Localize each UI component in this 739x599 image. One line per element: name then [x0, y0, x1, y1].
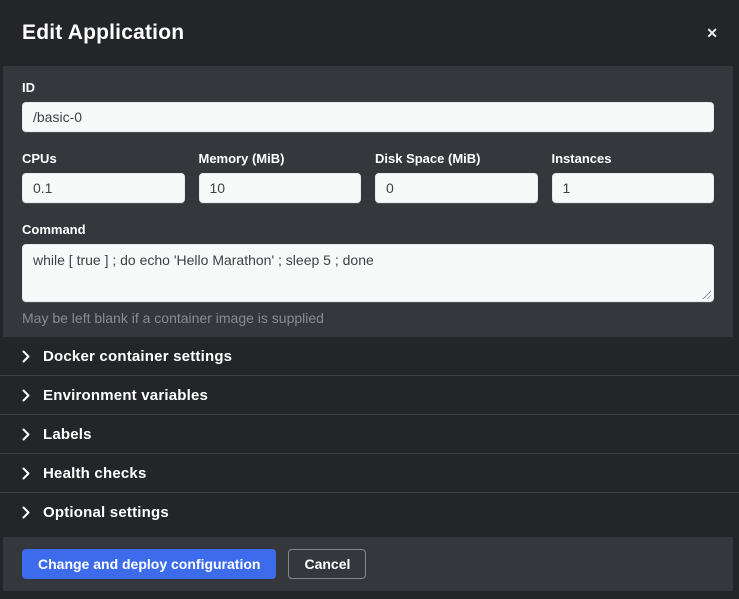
chevron-right-icon — [22, 467, 30, 480]
form-panel: ID CPUs Memory (MiB) Disk Space (MiB) In… — [3, 66, 733, 337]
modal-header: Edit Application ✕ — [0, 0, 739, 66]
section-environment-variables[interactable]: Environment variables — [0, 376, 739, 415]
section-labels[interactable]: Labels — [0, 415, 739, 454]
section-label: Environment variables — [43, 387, 208, 404]
id-input[interactable] — [22, 102, 714, 132]
change-and-deploy-button[interactable]: Change and deploy configuration — [22, 549, 276, 579]
command-textarea-wrap: while [ true ] ; do echo 'Hello Marathon… — [22, 244, 714, 302]
disk-label: Disk Space (MiB) — [375, 151, 538, 166]
memory-input[interactable] — [199, 173, 362, 203]
chevron-right-icon — [22, 389, 30, 402]
memory-field-group: Memory (MiB) — [199, 151, 362, 203]
command-textarea[interactable]: while [ true ] ; do echo 'Hello Marathon… — [22, 244, 714, 302]
disk-field-group: Disk Space (MiB) — [375, 151, 538, 203]
memory-label: Memory (MiB) — [199, 151, 362, 166]
section-label: Labels — [43, 426, 92, 443]
modal-footer: Change and deploy configuration Cancel — [3, 537, 733, 591]
edit-application-modal: Edit Application ✕ ID CPUs Memory (MiB) … — [0, 0, 739, 599]
cpus-input[interactable] — [22, 173, 185, 203]
section-health-checks[interactable]: Health checks — [0, 454, 739, 493]
cpus-label: CPUs — [22, 151, 185, 166]
modal-title: Edit Application — [22, 21, 184, 45]
command-help-text: May be left blank if a container image i… — [22, 310, 714, 326]
command-label: Command — [22, 222, 714, 237]
section-label: Health checks — [43, 465, 146, 482]
section-label: Docker container settings — [43, 348, 232, 365]
disk-input[interactable] — [375, 173, 538, 203]
section-docker-container-settings[interactable]: Docker container settings — [0, 337, 739, 376]
resource-fields-row: CPUs Memory (MiB) Disk Space (MiB) Insta… — [22, 151, 714, 203]
chevron-right-icon — [22, 350, 30, 363]
chevron-right-icon — [22, 428, 30, 441]
command-field-group: Command while [ true ] ; do echo 'Hello … — [22, 222, 714, 326]
section-optional-settings[interactable]: Optional settings — [0, 493, 739, 532]
section-label: Optional settings — [43, 504, 169, 521]
cancel-button[interactable]: Cancel — [288, 549, 366, 579]
instances-field-group: Instances — [552, 151, 715, 203]
close-icon[interactable]: ✕ — [702, 22, 722, 44]
id-label: ID — [22, 80, 714, 95]
id-field-group: ID — [22, 80, 714, 132]
instances-label: Instances — [552, 151, 715, 166]
cpus-field-group: CPUs — [22, 151, 185, 203]
instances-input[interactable] — [552, 173, 715, 203]
chevron-right-icon — [22, 506, 30, 519]
collapsible-sections: Docker container settings Environment va… — [0, 337, 739, 537]
